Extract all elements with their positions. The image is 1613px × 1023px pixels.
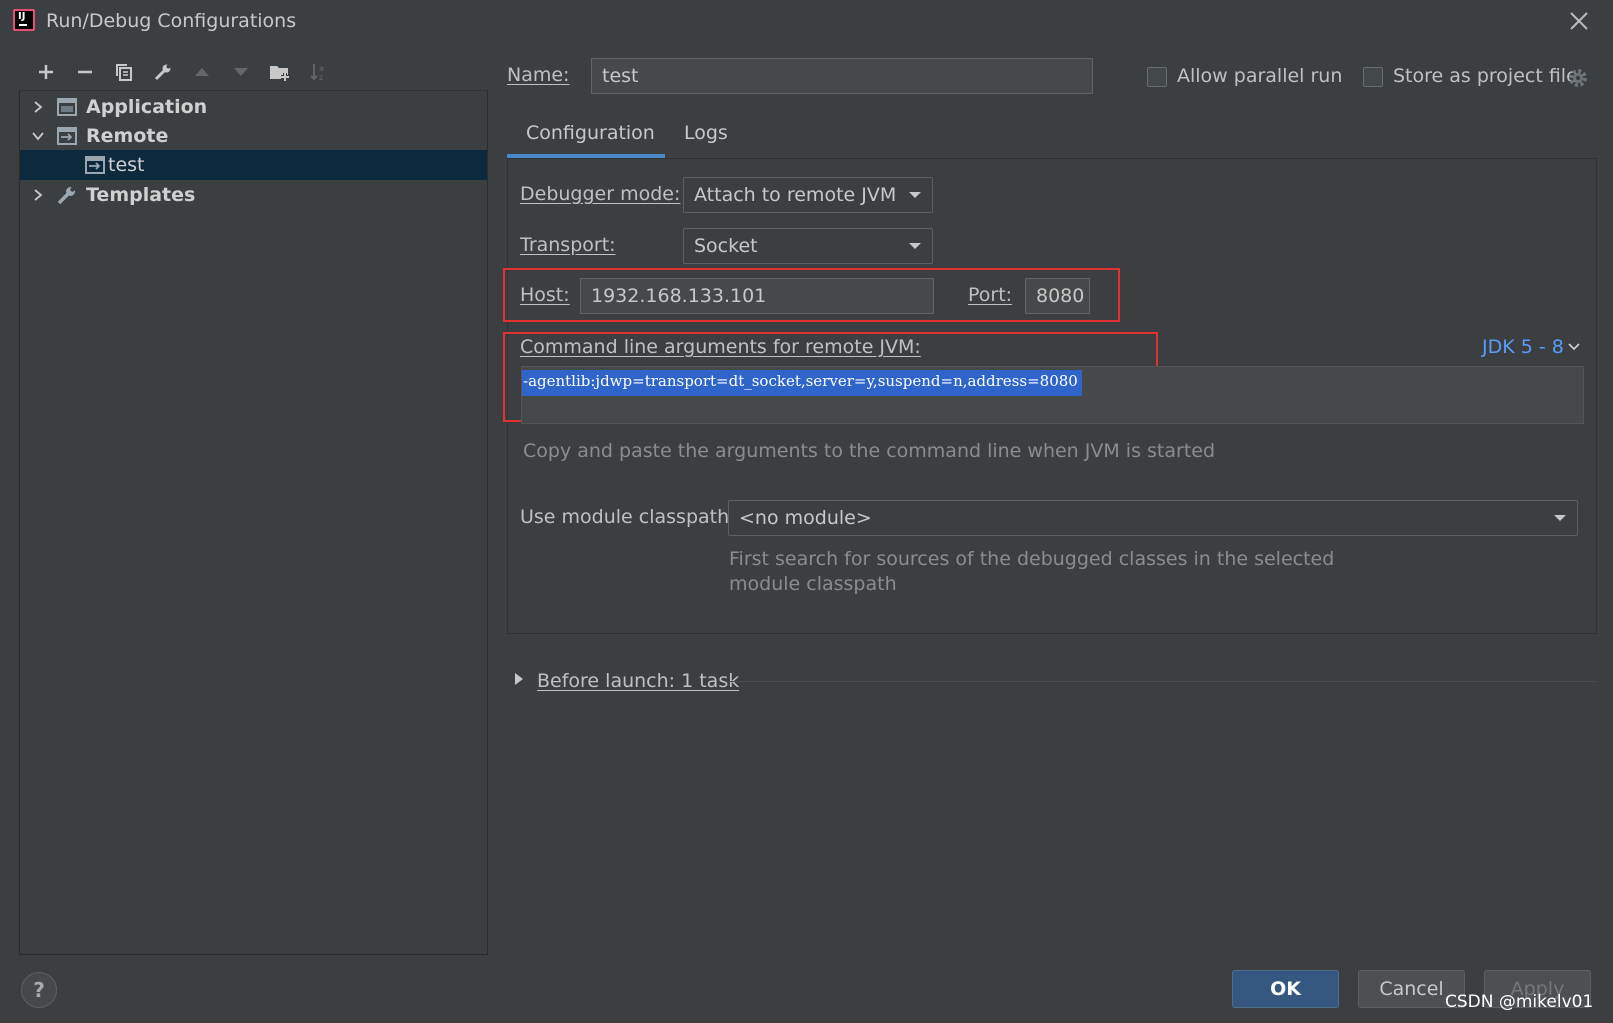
remote-config-icon [84, 155, 108, 175]
tree-item-label: Application [86, 96, 208, 118]
chevron-right-icon[interactable] [513, 671, 525, 687]
module-classpath-select[interactable]: <no module> [728, 500, 1578, 536]
tree-item-templates[interactable]: Templates [20, 180, 487, 210]
name-label: Name: [507, 64, 570, 86]
window-title: Run/Debug Configurations [46, 10, 297, 32]
allow-parallel-run-label: Allow parallel run [1177, 65, 1343, 87]
tree-item-test[interactable]: test [20, 150, 487, 180]
ok-button[interactable]: OK [1232, 970, 1339, 1008]
module-classpath-label: Use module classpath: [520, 506, 736, 528]
host-label: Host: [520, 284, 570, 306]
jdk-version-text: JDK 5 - 8 [1482, 336, 1564, 358]
gear-icon[interactable] [1566, 66, 1590, 90]
store-as-project-file-label: Store as project file [1393, 65, 1578, 87]
wrench-icon [56, 185, 86, 205]
transport-label: Transport: [520, 234, 616, 256]
transport-select[interactable]: Socket [683, 228, 933, 264]
chevron-down-icon [1568, 342, 1580, 352]
jdk-version-link[interactable]: JDK 5 - 8 [1482, 336, 1580, 358]
move-up-icon[interactable] [182, 58, 221, 86]
module-classpath-hint-line2: module classpath [729, 573, 897, 595]
dropdown-arrow-icon [908, 241, 922, 251]
allow-parallel-run-checkbox[interactable] [1147, 67, 1167, 87]
tree-item-remote[interactable]: Remote [20, 121, 487, 151]
config-tree: Application Remote test Templates [19, 90, 488, 955]
transport-label-text: Transport: [520, 234, 616, 256]
port-input[interactable]: 8080 [1025, 278, 1090, 314]
port-label: Port: [968, 284, 1012, 306]
port-input-value: 8080 [1036, 285, 1085, 307]
command-line-label: Command line arguments for remote JVM: [520, 336, 921, 358]
help-button[interactable]: ? [21, 972, 57, 1008]
port-label-text: Port: [968, 284, 1013, 306]
svg-text:a: a [319, 64, 324, 73]
tree-item-label: Remote [86, 125, 169, 147]
debugger-mode-label-text: Debugger mode: [520, 183, 681, 205]
chevron-right-icon[interactable] [20, 188, 56, 202]
wrench-icon[interactable] [143, 58, 182, 86]
command-line-hint: Copy and paste the arguments to the comm… [523, 440, 1216, 462]
host-label-text: Host: [520, 284, 570, 306]
svg-text:z: z [319, 73, 323, 82]
before-launch-divider [725, 681, 1597, 682]
title-bar: IJ Run/Debug Configurations [0, 0, 1613, 44]
dropdown-arrow-icon [908, 190, 922, 200]
debugger-mode-label: Debugger mode: [520, 183, 680, 205]
module-classpath-hint-line1: First search for sources of the debugged… [729, 548, 1335, 570]
before-launch-toggle[interactable]: Before launch: 1 task [537, 670, 739, 692]
add-icon[interactable] [26, 58, 65, 86]
debugger-mode-value: Attach to remote JVM [694, 184, 897, 206]
tree-item-application[interactable]: Application [20, 92, 487, 122]
transport-value: Socket [694, 235, 758, 257]
tree-item-label: Templates [86, 184, 196, 206]
move-down-icon[interactable] [221, 58, 260, 86]
tree-item-label: test [108, 154, 145, 176]
watermark-text: CSDN @mikelv01 [1445, 992, 1594, 1012]
store-as-project-file-checkbox[interactable] [1363, 67, 1383, 87]
remove-icon[interactable] [65, 58, 104, 86]
tab-logs[interactable]: Logs [684, 122, 728, 144]
command-line-label-text: Command line arguments for remote JVM: [520, 336, 921, 358]
debugger-mode-select[interactable]: Attach to remote JVM [683, 177, 933, 213]
chevron-down-icon[interactable] [20, 129, 56, 143]
host-input-value: 1932.168.133.101 [591, 285, 767, 307]
module-classpath-value: <no module> [739, 507, 872, 529]
sort-icon[interactable]: az [299, 58, 338, 86]
name-input-value: test [602, 65, 639, 87]
dropdown-arrow-icon [1553, 513, 1567, 523]
name-input[interactable]: test [591, 58, 1093, 94]
chevron-right-icon[interactable] [20, 100, 56, 114]
tab-configuration[interactable]: Configuration [526, 122, 655, 144]
intellij-logo-icon: IJ [13, 9, 35, 31]
help-icon: ? [33, 978, 45, 1002]
close-icon[interactable] [1566, 8, 1592, 34]
new-folder-icon[interactable] [260, 58, 299, 86]
command-line-args-selected-text: -agentlib:jdwp=transport=dt_socket,serve… [522, 370, 1082, 396]
copy-icon[interactable] [104, 58, 143, 86]
application-icon [56, 97, 86, 117]
command-line-args-field[interactable]: -agentlib:jdwp=transport=dt_socket,serve… [521, 366, 1584, 424]
host-input[interactable]: 1932.168.133.101 [580, 278, 934, 314]
config-toolbar: az [26, 58, 338, 86]
remote-icon [56, 126, 86, 146]
